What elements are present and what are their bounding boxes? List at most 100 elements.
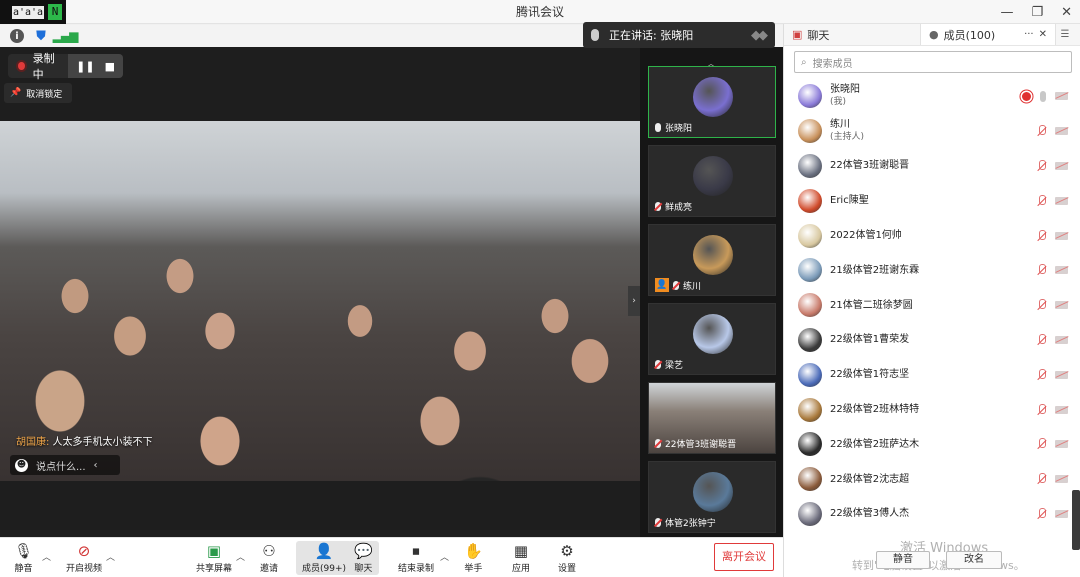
mute-all-button[interactable]: 静音 [876,551,930,569]
mic-muted-icon[interactable] [1037,299,1046,311]
meeting-toolbar: 🎙 静音 ︿ ⊘ 开启视频 ︿ ▣ 共享屏幕 ︿ ⚇ 邀请 👤 成员(99+) … [0,537,783,577]
participant-tile[interactable]: 张晓阳 [648,66,776,138]
camera-off-icon[interactable] [1055,335,1068,344]
participant-tile[interactable]: 👤 练川 [648,224,776,296]
restore-icon[interactable]: ❐ [1031,5,1043,20]
stop-record-icon: ⏹ [412,542,420,560]
more-icon[interactable]: ··· [1024,29,1034,40]
chevron-up-icon[interactable]: ︿ [106,550,115,563]
avatar [798,84,822,109]
chevron-up-icon[interactable]: ︿ [236,550,245,563]
member-row[interactable]: 练川 (主持人) [784,114,1080,149]
member-name: 21级体管2班谢东霖 [830,264,920,276]
members-button[interactable]: 👤 成员(99+) [296,541,353,575]
leave-meeting-button[interactable]: 离开会议 [714,543,774,571]
camera-off-icon[interactable] [1055,301,1068,310]
unpin-button[interactable]: 📌 取消锁定 [4,83,72,103]
chevron-up-icon[interactable]: ︿ [440,550,449,563]
member-row[interactable]: 张晓阳 (我) [784,79,1080,114]
close-icon[interactable]: ✕ [1061,5,1072,20]
start-video-button[interactable]: ⊘ 开启视频 [66,541,102,574]
participant-tile[interactable]: 梁艺 [648,303,776,375]
camera-off-icon[interactable] [1055,440,1068,449]
tab-members[interactable]: ● 成员(100) ··· ✕ [921,24,1056,45]
camera-off-icon[interactable] [1055,127,1068,136]
stop-record-icon[interactable]: ■ [105,60,115,73]
mic-muted-icon[interactable] [1037,403,1046,416]
shield-icon[interactable]: ⛊ [34,29,48,44]
mic-muted-icon[interactable] [1037,159,1046,172]
member-row[interactable]: Eric陳聖 [784,183,1080,218]
menu-icon[interactable]: ☰ [1056,24,1074,45]
member-row[interactable]: 22级体管2沈志超 [784,462,1080,497]
mic-muted-icon[interactable] [1037,333,1046,346]
camera-off-icon[interactable] [1055,370,1068,379]
invite-button[interactable]: ⚇ 邀请 [260,541,278,574]
mic-icon [655,439,661,448]
member-row[interactable]: 22体管3班谢聪晋 [784,149,1080,184]
camera-off-icon[interactable] [1055,196,1068,205]
share-screen-button[interactable]: ▣ 共享屏幕 [196,541,232,574]
info-icon[interactable]: i [10,29,24,43]
apps-button[interactable]: ▦ 应用 [512,541,530,574]
camera-off-icon[interactable] [1055,266,1068,275]
participant-tile[interactable]: 体管2张钟宁 [648,461,776,533]
member-row[interactable]: 22级体管1曹荣发 [784,323,1080,358]
member-row[interactable]: 2022体管1何帅 [784,218,1080,253]
mic-muted-icon[interactable] [1037,194,1046,207]
mic-muted-icon[interactable] [1037,473,1046,485]
member-row[interactable]: 21体管二班徐梦圆 [784,288,1080,323]
member-row[interactable]: 21级体管2班谢东霖 [784,253,1080,288]
member-search-input[interactable]: ⌕ 搜索成员 [794,51,1072,73]
stop-recording-button[interactable]: ⏹ 结束录制 [398,541,434,574]
settings-button[interactable]: ⚙ 设置 [558,541,576,574]
collapse-tiles-button[interactable]: › [628,286,640,316]
camera-off-icon[interactable] [1055,509,1068,518]
chat-button[interactable]: 💬 聊天 [348,541,379,575]
pin-icon: 📌 [10,88,22,98]
close-panel-icon[interactable]: ✕ [1039,29,1047,40]
camera-off-icon[interactable] [1055,161,1068,170]
member-row[interactable]: 22级体管1符志坚 [784,357,1080,392]
mic-muted-icon[interactable] [1037,438,1046,450]
mic-icon [655,123,661,132]
scrollbar[interactable] [1072,490,1080,550]
camera-off-icon[interactable] [1055,92,1068,101]
chevron-left-icon[interactable]: ‹ [94,460,98,471]
tile-name: 👤 练川 [655,278,702,292]
microphone-icon: 🎙 [14,542,34,560]
mic-icon[interactable] [1040,90,1046,102]
pause-record-icon[interactable]: ❚❚ [76,60,94,73]
chat-tab-icon: ▣ [792,28,803,41]
member-row[interactable]: 22级体管2班林特特 [784,392,1080,427]
camera-off-icon[interactable] [1055,405,1068,414]
participant-tile[interactable]: 22体管3班谢聪晋 [648,382,776,454]
share-screen-icon: ▣ [206,542,222,560]
camera-off-icon[interactable] [1055,475,1068,484]
mic-muted-icon[interactable] [1037,264,1046,276]
member-row[interactable]: 22级体管3傅人杰 [784,497,1080,532]
raise-hand-button[interactable]: ✋ 举手 [464,541,483,574]
quick-chat-input[interactable]: ☻ 说点什么... ‹ [10,455,120,475]
avatar [693,472,733,512]
member-row[interactable]: 22级体管2班萨达木 [784,427,1080,462]
tab-chat[interactable]: ▣ 聊天 [784,24,921,45]
mic-muted-icon[interactable] [1037,125,1046,137]
tile-name: 22体管3班谢聪晋 [655,437,736,450]
emoji-icon[interactable]: ☻ [15,458,28,472]
mute-button[interactable]: 🎙 静音 [14,541,33,574]
camera-off-icon[interactable] [1055,231,1068,240]
chat-bubble: 胡国康: 人太多手机太小装不下 [16,433,153,448]
participant-tile[interactable]: 鲜成亮 [648,145,776,217]
rename-button[interactable]: 改名 [946,551,1002,569]
main-video-stage: 录制中 ❚❚ ■ 📌 取消锁定 胡国康: 人太多手机太小装不下 ☻ 说点什么..… [0,47,640,537]
avatar [798,467,822,492]
mic-muted-icon[interactable] [1037,229,1046,242]
minimize-icon[interactable]: — [1000,5,1013,20]
mic-muted-icon[interactable] [1037,507,1046,520]
signal-icon[interactable]: ▂▄▆ [53,29,79,43]
members-icon: 👤 [314,542,334,560]
member-name: 张晓阳 [830,84,860,96]
mic-muted-icon[interactable] [1037,368,1046,381]
chevron-up-icon[interactable]: ︿ [42,550,51,563]
